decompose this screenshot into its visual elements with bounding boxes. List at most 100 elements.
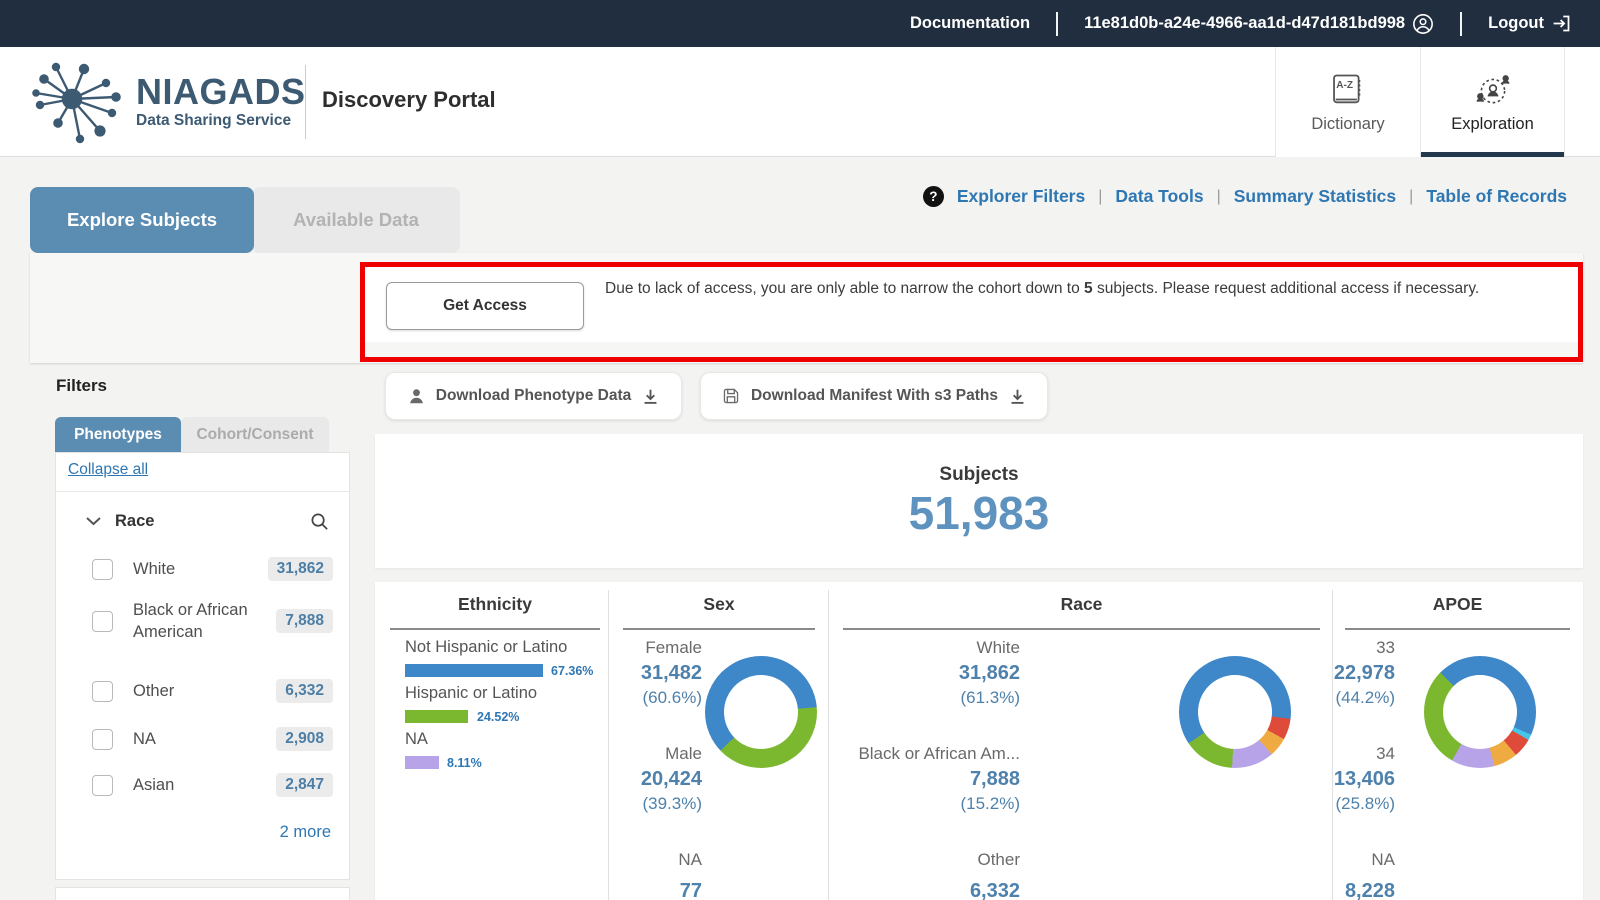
dictionary-book-icon: A-Z xyxy=(1329,71,1367,109)
search-icon[interactable] xyxy=(310,512,329,531)
option-count-badge: 31,862 xyxy=(268,557,333,581)
save-manifest-icon xyxy=(722,387,740,405)
apoe-stats: 33 22,978 (44.2%) 34 13,406 (25.8%) NA 8… xyxy=(1300,582,1395,900)
stat-value: 31,862 xyxy=(959,662,1020,685)
checkbox-black-or-african-american[interactable] xyxy=(92,611,113,632)
collapse-all-link[interactable]: Collapse all xyxy=(68,461,148,479)
logout-button[interactable]: Logout xyxy=(1488,13,1572,34)
stat-value: 77 xyxy=(680,880,702,900)
niagads-logo[interactable]: NIAGADS Data Sharing Service xyxy=(28,57,306,147)
checkbox-asian[interactable] xyxy=(92,775,113,796)
filter-group-label: Race xyxy=(115,512,154,531)
bar-label-na: NA xyxy=(405,730,428,749)
option-label: White xyxy=(133,558,175,580)
svg-text:A-Z: A-Z xyxy=(1336,79,1353,90)
race-stats: White 31,862 (61.3%) Black or African Am… xyxy=(835,582,1020,900)
bar-hispanic[interactable] xyxy=(405,710,468,723)
filter-option-na: NA 2,908 xyxy=(92,727,333,751)
download-phenotype-data-button[interactable]: Download Phenotype Data xyxy=(385,372,682,420)
stat-label: NA xyxy=(678,850,702,870)
filter-tab-phenotypes[interactable]: Phenotypes xyxy=(55,417,181,452)
alert-text-suffix: subjects. Please request additional acce… xyxy=(1093,280,1480,297)
header-nav: A-Z Dictionary Exploration xyxy=(1275,47,1565,157)
stat-percent: (25.8%) xyxy=(1335,794,1395,814)
topbar-divider xyxy=(1460,12,1462,36)
subjects-summary-panel: Subjects 51,983 xyxy=(375,434,1583,568)
bar-label-not-hispanic: Not Hispanic or Latino xyxy=(405,638,567,657)
bar-na[interactable] xyxy=(405,756,439,769)
stat-percent: (44.2%) xyxy=(1335,688,1395,708)
documentation-link[interactable]: Documentation xyxy=(910,14,1030,33)
stat-percent: (61.3%) xyxy=(960,688,1020,708)
race-donut-chart[interactable] xyxy=(1179,656,1291,768)
link-summary-statistics[interactable]: Summary Statistics xyxy=(1234,186,1396,207)
get-access-button[interactable]: Get Access xyxy=(386,282,584,330)
access-alert: Get Access Due to lack of access, you ar… xyxy=(360,262,1583,362)
stat-label: Female xyxy=(645,638,702,658)
user-session-id[interactable]: 11e81d0b-a24e-4966-aa1d-d47d181bd998 xyxy=(1084,13,1434,35)
stat-label: 34 xyxy=(1376,744,1395,764)
option-count-badge: 7,888 xyxy=(276,609,333,633)
bar-not-hispanic[interactable] xyxy=(405,664,543,677)
checkbox-white[interactable] xyxy=(92,559,113,580)
checkbox-na[interactable] xyxy=(92,729,113,750)
stat-value: 8,228 xyxy=(1345,880,1395,900)
link-table-of-records[interactable]: Table of Records xyxy=(1426,186,1567,207)
link-separator: | xyxy=(1098,188,1102,206)
stat-label: Black or African Am... xyxy=(858,744,1020,764)
apoe-donut-chart[interactable] xyxy=(1424,656,1536,768)
filter-option-black-or-african-american: Black or African American 7,888 xyxy=(92,599,333,643)
filters-heading: Filters xyxy=(56,376,107,396)
bar-value-hispanic: 24.52% xyxy=(477,710,519,724)
download-phenotype-label: Download Phenotype Data xyxy=(436,387,632,405)
network-logo-icon xyxy=(28,57,130,147)
filter-option-other: Other 6,332 xyxy=(92,679,333,703)
option-count-badge: 6,332 xyxy=(276,679,333,703)
stat-label: NA xyxy=(1371,850,1395,870)
stat-label: 33 xyxy=(1376,638,1395,658)
logout-icon xyxy=(1551,13,1572,34)
option-label: NA xyxy=(133,728,156,750)
discovery-portal-screen: Documentation 11e81d0b-a24e-4966-aa1d-d4… xyxy=(0,0,1600,900)
stat-label: Other xyxy=(977,850,1020,870)
brand-name: NIAGADS xyxy=(136,74,306,110)
chevron-down-icon xyxy=(86,516,101,526)
sex-donut-chart[interactable] xyxy=(705,656,817,768)
alert-bottom-strip xyxy=(365,342,1578,357)
topbar: Documentation 11e81d0b-a24e-4966-aa1d-d4… xyxy=(0,0,1600,47)
access-alert-message: Due to lack of access, you are only able… xyxy=(605,274,1555,304)
filter-group-race[interactable]: Race xyxy=(86,505,329,537)
link-explorer-filters[interactable]: Explorer Filters xyxy=(957,186,1085,207)
person-icon xyxy=(408,388,425,405)
page-title: Discovery Portal xyxy=(322,87,496,113)
download-manifest-label: Download Manifest With s3 Paths xyxy=(751,387,998,405)
link-data-tools[interactable]: Data Tools xyxy=(1115,186,1203,207)
stat-value: 13,406 xyxy=(1334,768,1395,791)
stat-value: 31,482 xyxy=(641,662,702,685)
brand-subtitle: Data Sharing Service xyxy=(136,112,306,130)
quick-links: ? Explorer Filters | Data Tools | Summar… xyxy=(923,186,1567,207)
show-more-link[interactable]: 2 more xyxy=(280,823,331,842)
exploration-people-icon xyxy=(1474,71,1512,109)
column-divider xyxy=(828,590,829,900)
download-manifest-button[interactable]: Download Manifest With s3 Paths xyxy=(700,372,1048,420)
header-divider xyxy=(305,65,306,139)
nav-dictionary[interactable]: A-Z Dictionary xyxy=(1275,47,1420,157)
help-question-icon[interactable]: ? xyxy=(923,186,944,207)
stat-value: 7,888 xyxy=(970,768,1020,791)
stat-value: 20,424 xyxy=(641,768,702,791)
bar-label-hispanic: Hispanic or Latino xyxy=(405,684,537,703)
filter-tab-cohort-consent[interactable]: Cohort/Consent xyxy=(181,417,329,452)
chart-title-underline xyxy=(390,628,600,630)
nav-exploration[interactable]: Exploration xyxy=(1420,47,1565,157)
filter-option-white: White 31,862 xyxy=(92,557,333,581)
download-icon xyxy=(1009,388,1026,405)
tab-available-data[interactable]: Available Data xyxy=(252,187,460,253)
stat-percent: (60.6%) xyxy=(642,688,702,708)
documentation-label: Documentation xyxy=(910,14,1030,33)
tab-explore-subjects[interactable]: Explore Subjects xyxy=(30,187,254,253)
filters-panel: Collapse all Race White 31,862 Black or … xyxy=(55,452,350,880)
checkbox-other[interactable] xyxy=(92,681,113,702)
logout-label: Logout xyxy=(1488,14,1544,33)
download-icon xyxy=(642,388,659,405)
